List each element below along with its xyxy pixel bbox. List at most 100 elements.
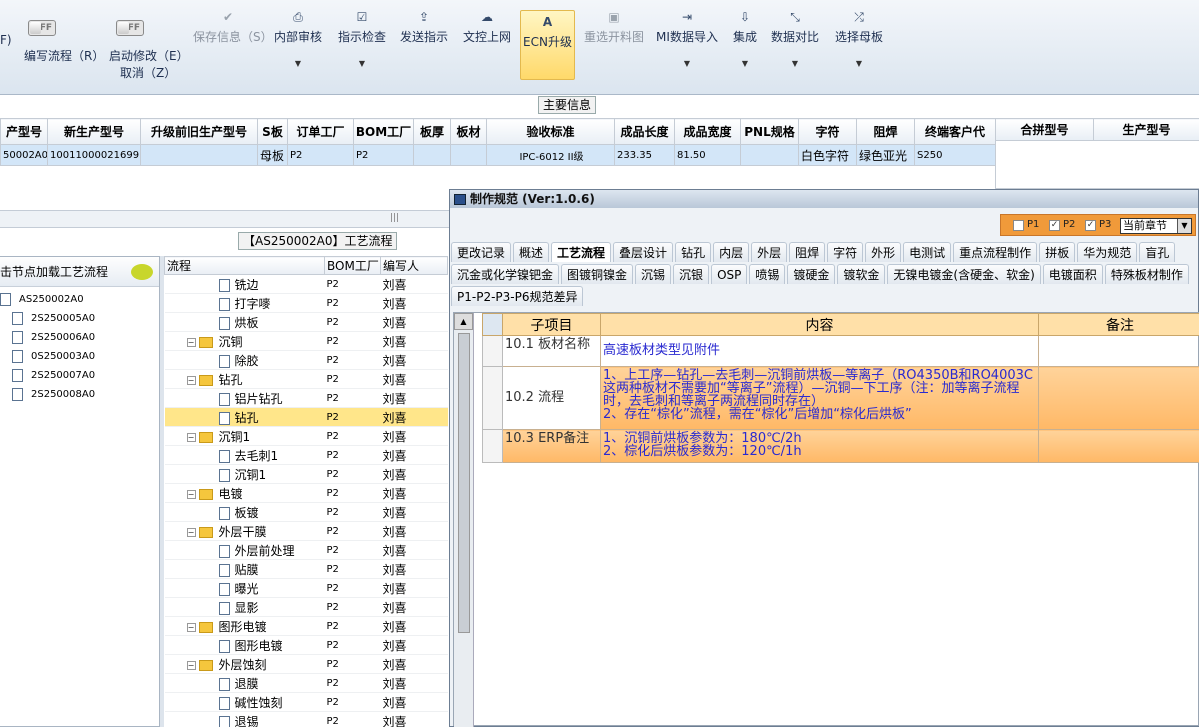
sub-item-cell[interactable]: 10.2 流程 — [502, 366, 601, 430]
flow-name-cell[interactable]: 去毛刺1 — [164, 445, 325, 465]
col-header[interactable]: 验收标准 — [486, 118, 615, 145]
scroll-thumb[interactable] — [458, 333, 470, 633]
bom-factory-cell[interactable]: P2 — [324, 274, 381, 294]
table-row[interactable]: 铝片钻孔 P2 刘喜 — [164, 388, 448, 408]
bom-factory-cell[interactable]: P2 — [324, 654, 381, 674]
col-header[interactable]: 备注 — [1038, 313, 1199, 336]
bom-factory-cell[interactable]: P2 — [324, 464, 381, 484]
tree-item[interactable]: 2S250008A0 — [0, 385, 159, 404]
author-cell[interactable]: 刘喜 — [380, 521, 448, 541]
table-cell[interactable]: S250 — [914, 144, 996, 166]
author-cell[interactable]: 刘喜 — [380, 616, 448, 636]
table-row[interactable]: 板镀 P2 刘喜 — [164, 502, 448, 522]
tab-item[interactable]: 盲孔 — [1139, 242, 1176, 262]
flow-name-cell[interactable]: 显影 — [164, 597, 325, 617]
col-header[interactable]: 板材 — [450, 118, 487, 145]
flow-name-cell[interactable]: 铣边 — [164, 274, 325, 294]
collapse-icon[interactable]: − — [186, 622, 196, 632]
note-cell[interactable] — [1038, 335, 1199, 367]
tab-item[interactable]: 沉金或化学镍钯金 — [451, 264, 560, 284]
author-cell[interactable]: 刘喜 — [380, 578, 448, 598]
instruction-check-button[interactable]: ☑ 指示检查 ▼ — [336, 6, 388, 80]
col-header[interactable]: 终端客户代 — [914, 118, 996, 145]
col-header[interactable]: 产型号 — [0, 118, 48, 145]
author-cell[interactable]: 刘喜 — [380, 711, 448, 727]
table-cell[interactable]: IPC-6012 II级 — [486, 144, 615, 166]
table-cell[interactable]: 50002A0 — [0, 144, 48, 166]
collapse-icon[interactable]: − — [186, 527, 196, 537]
author-cell[interactable]: 刘喜 — [380, 483, 448, 503]
table-row[interactable]: − 图形电镀 P2 刘喜 — [164, 616, 448, 636]
col-header[interactable]: 升级前旧生产型号 — [140, 118, 258, 145]
col-header[interactable]: 流程 — [164, 256, 325, 275]
flow-name-cell[interactable]: 图形电镀 — [164, 635, 325, 655]
table-row[interactable]: 沉铜1 P2 刘喜 — [164, 464, 448, 484]
author-cell[interactable]: 刘喜 — [380, 331, 448, 351]
table-row[interactable]: 铣边 P2 刘喜 — [164, 274, 448, 294]
table-row[interactable]: 10.3 ERP备注 1、沉铜前烘板参数为：180℃/2h 2、棕化后烘板参数为… — [482, 429, 1199, 463]
bom-factory-cell[interactable]: P2 — [324, 711, 381, 727]
flow-name-cell[interactable]: 铝片钻孔 — [164, 388, 325, 408]
table-row[interactable]: 显影 P2 刘喜 — [164, 597, 448, 617]
col-header[interactable]: 成品宽度 — [674, 118, 741, 145]
author-cell[interactable]: 刘喜 — [380, 407, 448, 427]
col-header[interactable]: 订单工厂 — [287, 118, 354, 145]
bom-factory-cell[interactable]: P2 — [324, 559, 381, 579]
tab-item[interactable]: 更改记录 — [451, 242, 512, 262]
col-header[interactable]: BOM工厂 — [324, 256, 381, 275]
tab-item[interactable]: 图镀铜镍金 — [561, 264, 634, 284]
author-cell[interactable]: 刘喜 — [380, 445, 448, 465]
tab-item[interactable]: 重点流程制作 — [953, 242, 1038, 262]
col-header[interactable]: 新生产型号 — [47, 118, 141, 145]
table-row[interactable]: 打字嘜 P2 刘喜 — [164, 293, 448, 313]
table-cell[interactable] — [413, 144, 451, 166]
table-cell[interactable]: 10011000021699 — [47, 144, 141, 166]
select-all-corner[interactable] — [482, 313, 503, 336]
tab-item[interactable]: OSP — [711, 264, 748, 284]
bom-factory-cell[interactable]: P2 — [324, 502, 381, 522]
scroll-up-icon[interactable]: ▲ — [454, 313, 473, 330]
tab-item[interactable]: 外层 — [751, 242, 788, 262]
tree-item[interactable]: AS250002A0 — [0, 290, 159, 309]
flow-name-cell[interactable]: 打字嘜 — [164, 293, 325, 313]
table-row[interactable]: 10.2 流程 1、上工序—钻孔—去毛刺—沉铜前烘板—等离子（RO4350B和R… — [482, 366, 1199, 430]
tab-item[interactable]: 阻焊 — [789, 242, 826, 262]
bom-factory-cell[interactable]: P2 — [324, 331, 381, 351]
tab-item[interactable]: 概述 — [513, 242, 550, 262]
flow-name-cell[interactable]: − 图形电镀 — [164, 616, 325, 636]
bom-factory-cell[interactable]: P2 — [324, 426, 381, 446]
table-cell[interactable] — [740, 144, 799, 166]
tab-item[interactable]: 叠层设计 — [613, 242, 674, 262]
table-row[interactable]: − 外层干膜 P2 刘喜 — [164, 521, 448, 541]
table-row[interactable]: − 沉铜1 P2 刘喜 — [164, 426, 448, 446]
bom-factory-cell[interactable]: P2 — [324, 635, 381, 655]
integration-button[interactable]: ⇩ 集成 ▼ — [729, 6, 761, 80]
table-row[interactable]: 10.1 板材名称 高速板材类型见附件 — [482, 335, 1199, 367]
flow-name-cell[interactable]: 烘板 — [164, 312, 325, 332]
collapse-icon[interactable]: − — [186, 337, 196, 347]
tab-item[interactable]: 华为规范 — [1077, 242, 1138, 262]
send-instruction-button[interactable]: ⇪ 发送指示 — [398, 6, 450, 80]
table-cell[interactable]: 母板 — [257, 144, 288, 166]
bom-factory-cell[interactable]: P2 — [324, 597, 381, 617]
table-row[interactable]: 50002A0 10011000021699 母板 P2 P2 IPC-6012… — [0, 144, 996, 166]
table-cell[interactable] — [140, 144, 258, 166]
tab-item[interactable]: 字符 — [827, 242, 864, 262]
ecn-upgrade-button[interactable]: A ECN升级 — [520, 10, 575, 80]
col-header[interactable]: 生产型号 — [1093, 118, 1199, 141]
tab-item[interactable]: 沉银 — [673, 264, 710, 284]
tab-item[interactable]: P1-P2-P3-P6规范差异 — [451, 286, 584, 306]
note-cell[interactable] — [1038, 429, 1199, 463]
bom-factory-cell[interactable]: P2 — [324, 540, 381, 560]
table-row[interactable]: 钻孔 P2 刘喜 — [164, 407, 448, 427]
author-cell[interactable]: 刘喜 — [380, 274, 448, 294]
mi-data-import-button[interactable]: ⇥ MI数据导入 ▼ — [655, 6, 719, 80]
table-row[interactable]: − 外层蚀刻 P2 刘喜 — [164, 654, 448, 674]
select-mother-board-button[interactable]: ⤮ 选择母板 ▼ — [833, 6, 885, 80]
table-row[interactable]: 碱性蚀刻 P2 刘喜 — [164, 692, 448, 712]
col-header[interactable]: 合拼型号 — [995, 118, 1094, 141]
table-row[interactable]: 贴膜 P2 刘喜 — [164, 559, 448, 579]
note-cell[interactable] — [1038, 366, 1199, 430]
bom-factory-cell[interactable]: P2 — [324, 616, 381, 636]
tab-item[interactable]: 钻孔 — [675, 242, 712, 262]
